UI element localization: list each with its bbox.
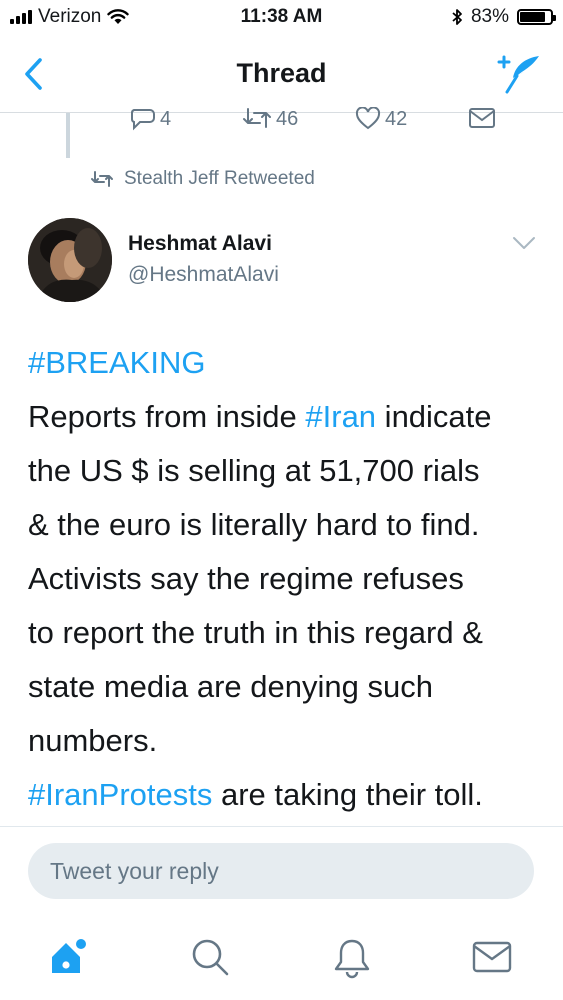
tab-bar bbox=[0, 925, 563, 1000]
hashtag-breaking-link[interactable]: #BREAKING bbox=[28, 345, 205, 380]
battery-percent: 83% bbox=[470, 6, 509, 27]
tweet-line: Reports from inside bbox=[28, 399, 306, 434]
nav-bar: Thread bbox=[0, 38, 563, 113]
battery-icon bbox=[517, 9, 556, 25]
status-bar: Verizon 11:38 AM 83% bbox=[0, 0, 563, 36]
prev-reply-action[interactable]: 4 bbox=[130, 107, 171, 131]
author-name: Heshmat Alavi bbox=[128, 232, 272, 255]
thread-connector-line bbox=[66, 113, 70, 158]
battery-fill bbox=[520, 12, 545, 22]
status-right: 83% bbox=[451, 6, 556, 28]
tweet-line: state media are denying such bbox=[28, 669, 433, 704]
messages-envelope-icon[interactable] bbox=[470, 935, 514, 979]
prev-dm-action[interactable] bbox=[468, 107, 496, 129]
tweet-line: to report the truth in this regard & bbox=[28, 615, 483, 650]
reply-icon bbox=[131, 109, 155, 131]
retweet-icon bbox=[91, 171, 113, 187]
page-title: Thread bbox=[236, 58, 327, 88]
envelope-icon bbox=[469, 108, 495, 128]
avatar-photo bbox=[28, 218, 112, 302]
heart-icon bbox=[355, 107, 381, 130]
compose-tweet-icon[interactable] bbox=[495, 52, 541, 96]
tweet-line: numbers. bbox=[28, 723, 158, 758]
reply-input[interactable] bbox=[28, 843, 534, 899]
prev-reply-count: 4 bbox=[160, 107, 172, 130]
home-icon[interactable] bbox=[46, 935, 90, 979]
tweet-author[interactable]: Heshmat Alavi @HeshmatAlavi bbox=[128, 232, 279, 287]
chevron-down-icon[interactable] bbox=[511, 234, 537, 252]
retweet-context-label: Stealth Jeff Retweeted bbox=[124, 168, 315, 189]
prev-retweet-count: 46 bbox=[276, 107, 299, 130]
tweet-line: & the euro is literally hard to find. bbox=[28, 507, 480, 542]
tweet-line: Activists say the regime refuses bbox=[28, 561, 464, 596]
tweet-line: the US $ is selling at 51,700 rials bbox=[28, 453, 480, 488]
prev-like-action[interactable]: 42 bbox=[355, 107, 407, 131]
prev-retweet-action[interactable]: 46 bbox=[242, 107, 298, 131]
author-handle: @HeshmatAlavi bbox=[128, 263, 279, 286]
search-icon[interactable] bbox=[188, 935, 232, 979]
retweet-icon bbox=[243, 108, 271, 128]
tweet-text: #BREAKING Reports from inside #Iran indi… bbox=[28, 336, 548, 822]
tweet-line: indicate bbox=[376, 399, 492, 434]
tweet-line: are taking their toll. bbox=[212, 777, 483, 812]
reply-composer bbox=[0, 826, 563, 925]
notifications-bell-icon[interactable] bbox=[330, 935, 374, 979]
avatar[interactable] bbox=[28, 218, 112, 302]
previous-tweet: 4 46 42 bbox=[0, 107, 563, 158]
prev-like-count: 42 bbox=[385, 107, 408, 130]
hashtag-iran-link[interactable]: #Iran bbox=[305, 399, 376, 434]
hashtag-iranprotests-link[interactable]: #IranProtests bbox=[28, 777, 212, 812]
retweet-context[interactable]: Stealth Jeff Retweeted bbox=[90, 168, 315, 190]
bluetooth-icon bbox=[452, 9, 462, 25]
